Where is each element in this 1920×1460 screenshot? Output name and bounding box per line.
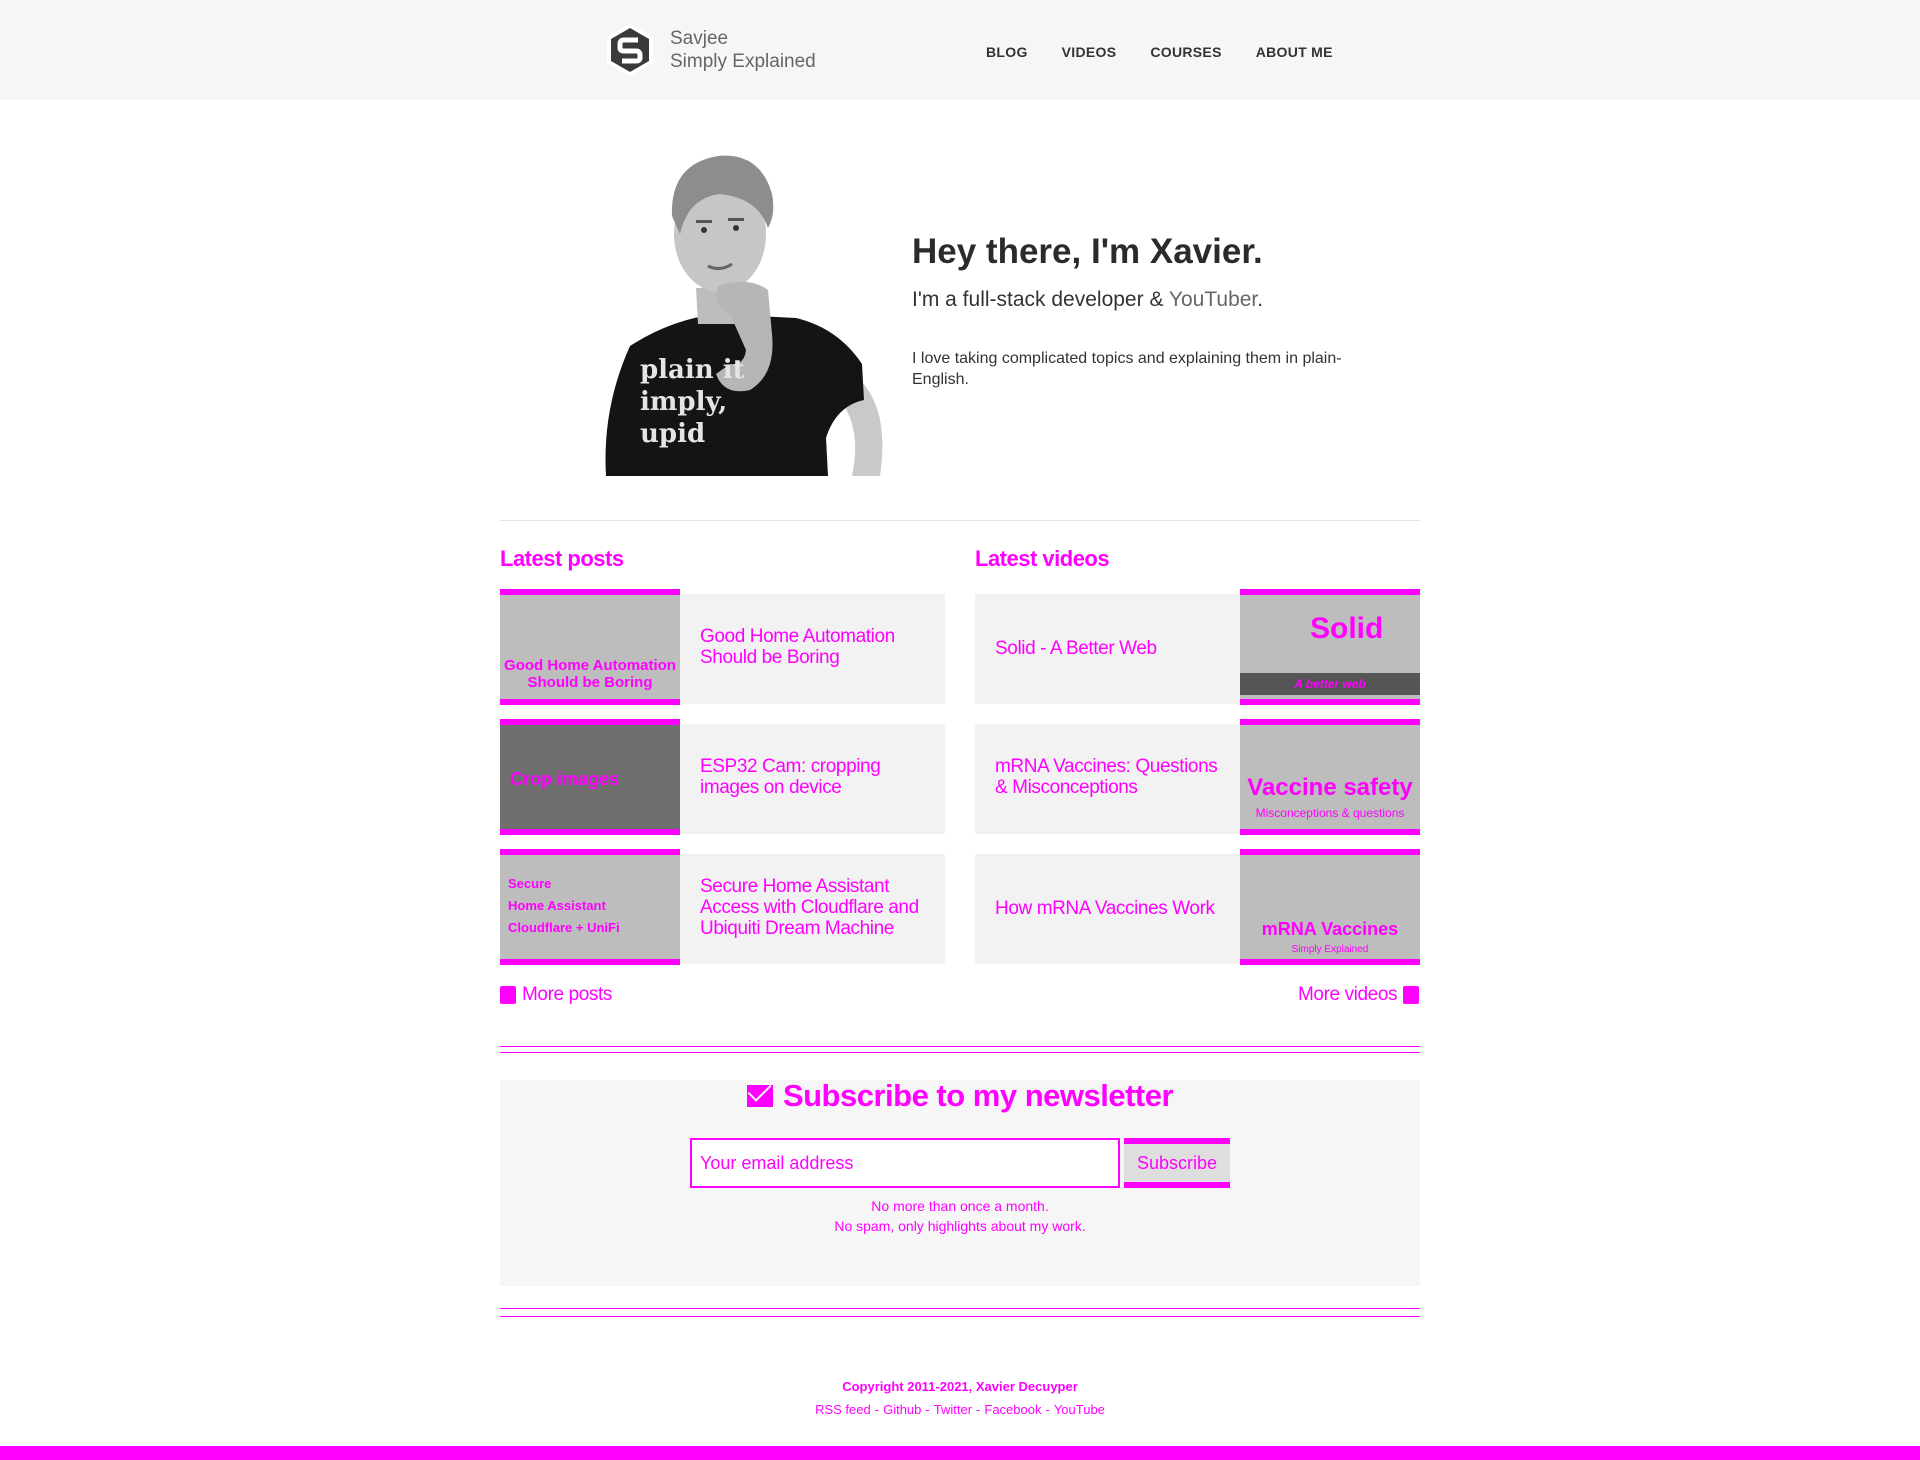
post-icon xyxy=(500,986,516,1004)
video-thumbnail[interactable]: mRNA Vaccines Simply Explained xyxy=(1240,849,1420,965)
divider xyxy=(500,1308,1420,1309)
post-thumbnail-text: Secure Home Assistant Cloudflare + UniFi xyxy=(508,876,620,935)
newsletter-title: Subscribe to my newsletter xyxy=(782,1078,1174,1113)
post-card[interactable]: Crop images ESP32 Cam: cropping images o… xyxy=(500,719,945,835)
post-thumbnail-text: Good Home Automation Should be Boring xyxy=(504,657,676,691)
site-footer: Copyright 2011-2021, Xavier Decuyper RSS… xyxy=(0,1378,1920,1418)
video-thumbnail-text: Vaccine safety xyxy=(1247,774,1413,801)
video-thumbnail-subtext: Misconceptions & questions xyxy=(1255,806,1405,820)
latest-posts-heading: Latest posts xyxy=(500,546,624,571)
hero-subtitle: I'm a full-stack developer & YouTuber. xyxy=(912,288,1263,312)
video-thumbnail-subtext: A better web xyxy=(1240,673,1420,695)
svg-text:imply,: imply, xyxy=(640,387,727,417)
divider xyxy=(500,1052,1420,1053)
hero-subtitle-suffix: . xyxy=(1257,288,1264,311)
video-title[interactable]: How mRNA Vaccines Work xyxy=(995,898,1225,919)
more-posts-link[interactable]: More posts xyxy=(500,984,612,1006)
brand-link[interactable]: Savjee Simply Explained xyxy=(604,22,816,78)
brand-tagline: Simply Explained xyxy=(670,51,816,72)
newsletter-heading: Subscribe to my newsletter xyxy=(500,1078,1420,1114)
nav-videos[interactable]: VIDEOS xyxy=(1062,44,1117,60)
footer-separator: - xyxy=(925,1402,930,1417)
divider xyxy=(500,1046,1420,1047)
video-title[interactable]: mRNA Vaccines: Questions & Misconception… xyxy=(995,756,1225,798)
divider xyxy=(500,1316,1420,1317)
mail-icon xyxy=(746,1085,773,1107)
more-videos-label: More videos xyxy=(1298,984,1398,1005)
video-thumbnail-subtext: Simply Explained xyxy=(1291,944,1369,955)
footer-links: RSS feed - Github - Twitter - Facebook -… xyxy=(0,1401,1920,1418)
footer-link-youtube[interactable]: YouTube xyxy=(1054,1401,1105,1418)
hero-description: I love taking complicated topics and exp… xyxy=(912,350,1342,388)
nav-about-me[interactable]: ABOUT ME xyxy=(1256,44,1333,60)
more-videos-link[interactable]: More videos xyxy=(1298,984,1420,1006)
footer-separator: - xyxy=(1045,1402,1050,1417)
site-header: Savjee Simply Explained BLOG VIDEOS COUR… xyxy=(0,0,1920,100)
newsletter-note-line1: No more than once a month. xyxy=(871,1198,1049,1214)
nav-courses[interactable]: COURSES xyxy=(1150,44,1221,60)
post-card[interactable]: Good Home Automation Should be Boring Go… xyxy=(500,589,945,705)
video-thumbnail-text: mRNA Vaccines xyxy=(1261,919,1399,939)
svg-text:plain it: plain it xyxy=(640,355,745,385)
newsletter-section: Subscribe to my newsletter Subscribe No … xyxy=(500,1078,1420,1286)
divider xyxy=(500,520,1420,521)
newsletter-note: No more than once a month. No spam, only… xyxy=(500,1198,1420,1234)
nav-blog[interactable]: BLOG xyxy=(986,44,1028,60)
footer-link-facebook[interactable]: Facebook xyxy=(984,1401,1041,1418)
footer-separator: - xyxy=(976,1402,981,1417)
brand-text: Savjee Simply Explained xyxy=(670,27,816,73)
post-title[interactable]: Good Home Automation Should be Boring xyxy=(700,626,920,668)
post-thumbnail[interactable]: Good Home Automation Should be Boring xyxy=(500,589,680,705)
video-icon xyxy=(1403,986,1420,1004)
subscribe-button[interactable]: Subscribe xyxy=(1124,1138,1230,1188)
hero-title: Hey there, I'm Xavier. xyxy=(912,232,1263,271)
hero-subtitle-prefix: I'm a full-stack developer & xyxy=(912,288,1169,311)
post-title[interactable]: Secure Home Assistant Access with Cloudf… xyxy=(700,876,925,939)
post-title[interactable]: ESP32 Cam: cropping images on device xyxy=(700,756,930,798)
video-card[interactable]: mRNA Vaccines: Questions & Misconception… xyxy=(975,719,1420,835)
brand-name: Savjee xyxy=(670,28,729,49)
post-thumbnail[interactable]: Crop images xyxy=(500,719,680,835)
svg-text:upid: upid xyxy=(640,419,705,449)
savjee-logo-icon xyxy=(607,24,653,76)
video-thumbnail[interactable]: Solid A better web xyxy=(1240,589,1420,705)
post-card[interactable]: Secure Home Assistant Cloudflare + UniFi… xyxy=(500,849,945,965)
video-card[interactable]: How mRNA Vaccines Work mRNA Vaccines Sim… xyxy=(975,849,1420,965)
post-thumbnail-text: Crop images xyxy=(510,769,620,789)
profile-photo: plain it imply, upid xyxy=(605,155,883,476)
more-posts-label: More posts xyxy=(522,984,612,1005)
video-title[interactable]: Solid - A Better Web xyxy=(995,638,1225,659)
footer-separator: - xyxy=(874,1402,880,1417)
footer-link-github[interactable]: Github xyxy=(883,1401,921,1418)
post-thumbnail[interactable]: Secure Home Assistant Cloudflare + UniFi xyxy=(500,849,680,965)
video-card[interactable]: Solid - A Better Web Solid A better web xyxy=(975,589,1420,705)
footer-link-rss[interactable]: RSS feed xyxy=(815,1401,871,1418)
latest-videos-heading: Latest videos xyxy=(975,546,1110,571)
video-thumbnail[interactable]: Vaccine safety Misconceptions & question… xyxy=(1240,719,1420,835)
newsletter-note-line2: No spam, only highlights about my work. xyxy=(834,1218,1086,1234)
footer-link-twitter[interactable]: Twitter xyxy=(934,1401,972,1418)
email-field[interactable] xyxy=(690,1138,1120,1188)
main-nav: BLOG VIDEOS COURSES ABOUT ME xyxy=(986,44,1333,60)
bottom-bar xyxy=(0,1446,1920,1460)
youtuber-link[interactable]: YouTuber xyxy=(1169,288,1257,311)
copyright: Copyright 2011-2021, Xavier Decuyper xyxy=(842,1379,1078,1394)
video-thumbnail-text: Solid xyxy=(1310,612,1384,645)
